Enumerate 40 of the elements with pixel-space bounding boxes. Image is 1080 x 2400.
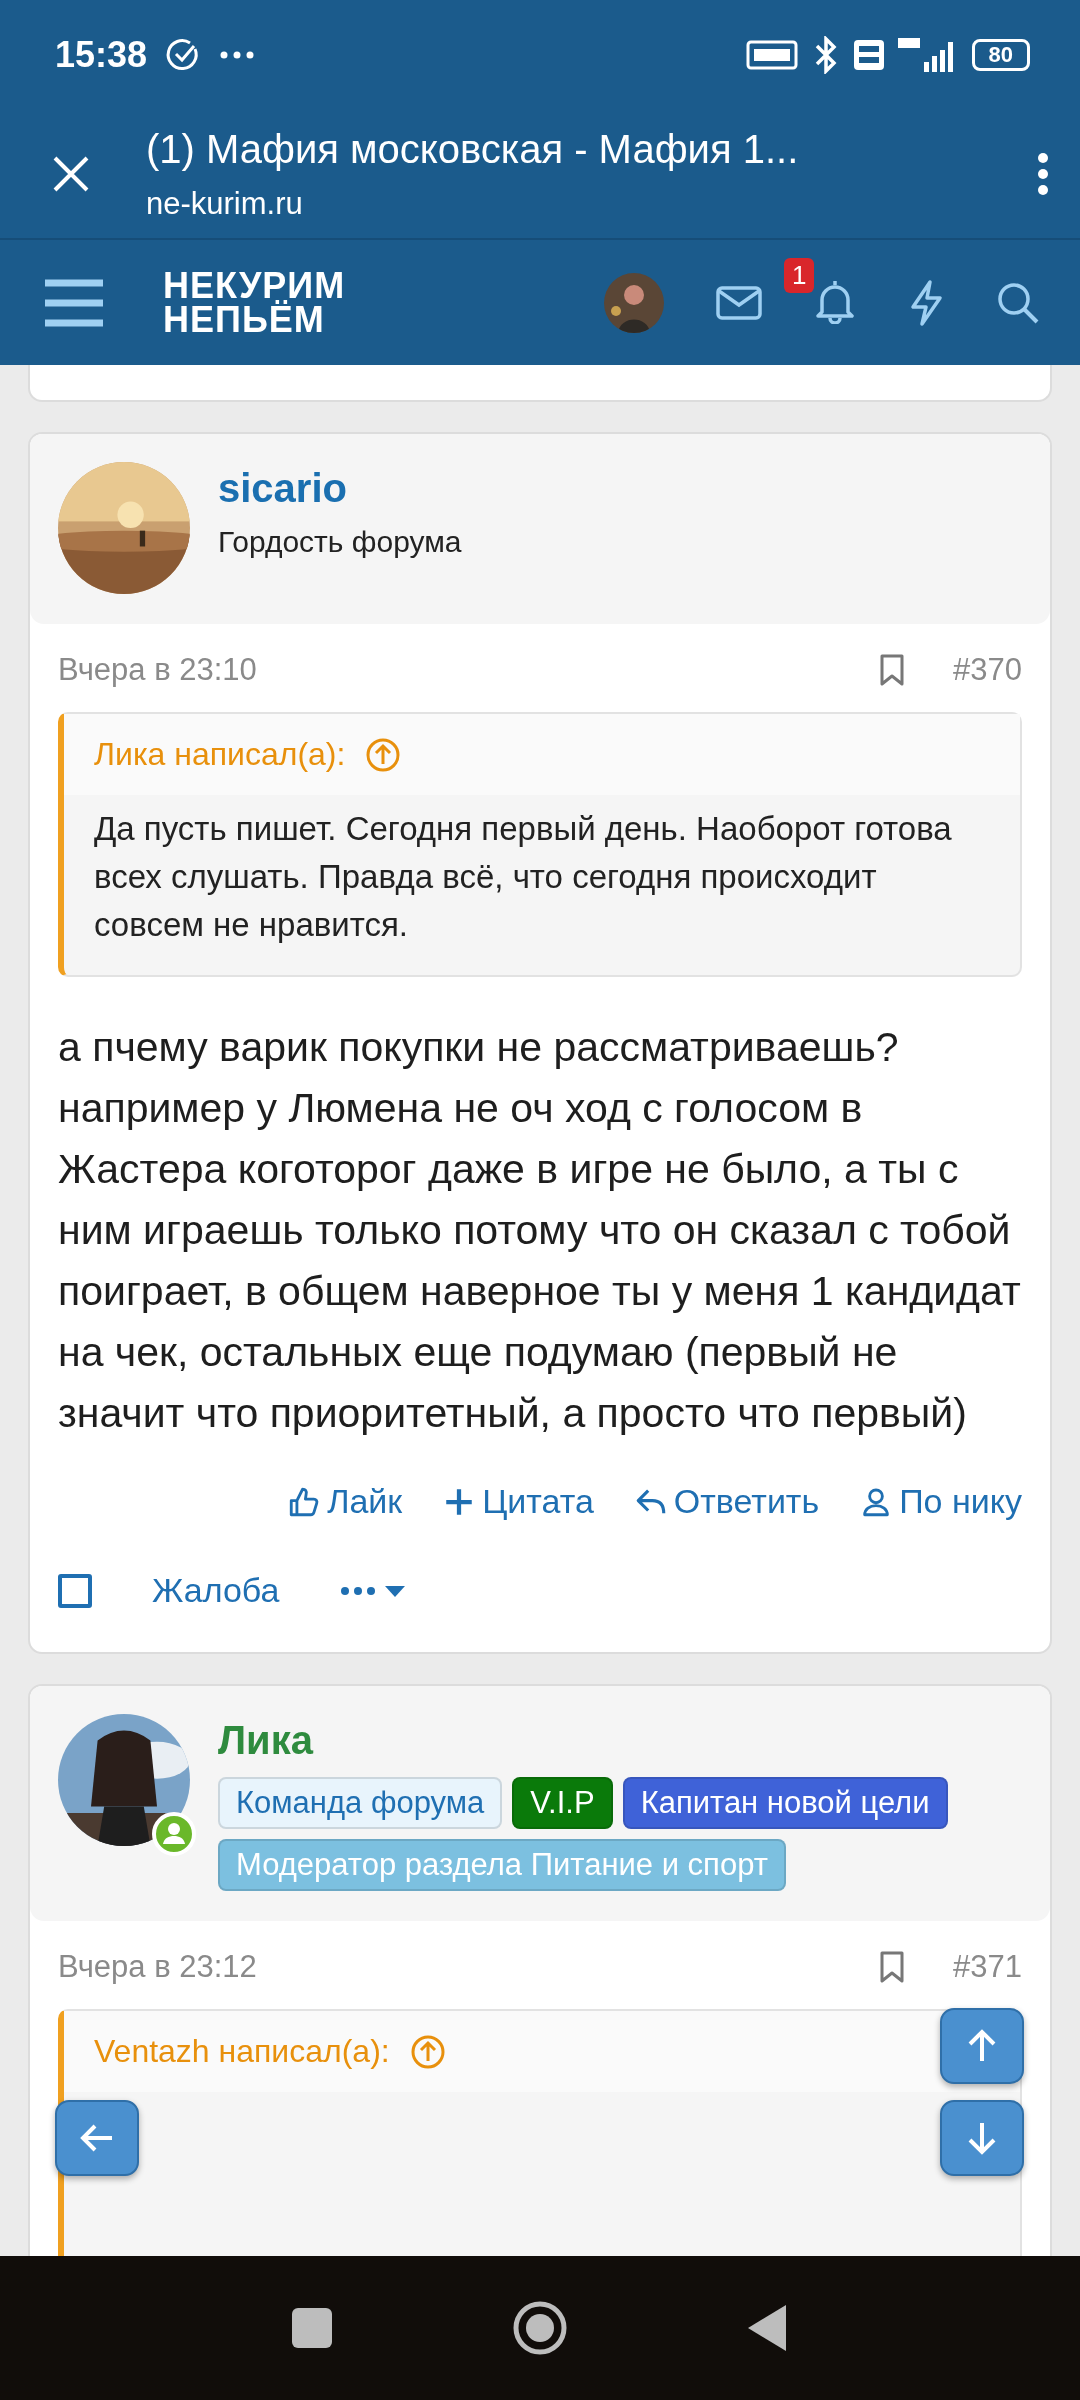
user-badge: Команда форума [218,1777,503,1829]
post-text: а пчему варик покупки не рассматриваешь? например у Люмена не оч ход с голосом в Жастера коготорог даже в игре не было, а ты с ним играешь только потому что он сказал с тобой поиграет, в общем наверное ты у меня 1 кандидат на чек, остальных еще подумаю (первый не значит что приоритетный, а просто что первый) [57,1023,1022,1438]
user-badge: Капитан новой цели [622,1777,948,1829]
username[interactable]: sicario [218,466,462,511]
post-date[interactable]: Вчера в 23:10 [58,652,257,688]
page-url: ne-kurim.ru [146,185,304,222]
battery-level: 80 [971,39,1030,71]
menu-icon[interactable] [45,278,103,327]
site-logo[interactable]: НЕКУРИМ НЕПЬЁМ [163,268,346,337]
more-dots-icon [219,50,256,60]
like-button[interactable]: Лайк [287,1482,403,1521]
home-icon[interactable] [512,2300,568,2356]
page-title: (1) Мафия московская - Мафия 1... [146,126,800,172]
scroll-down-button[interactable] [940,2100,1024,2176]
bookmark-icon[interactable] [879,1950,906,1984]
quote-text: Да пусть пишет. Сегодня первый день. Наоборот готова всех слушать. Правда всё, что сегодня происходит совсем не нравится. [93,809,953,945]
close-icon[interactable] [52,155,90,193]
post-number[interactable]: #371 [953,1949,1022,1985]
status-time: 15:38 [55,34,148,76]
back-icon[interactable] [748,2305,788,2351]
mention-button[interactable]: По нику [859,1482,1022,1521]
user-badge: Модератор раздела Питание и спорт [218,1839,786,1891]
username[interactable]: Лика [218,1718,1018,1763]
notification-badge: 1 [784,257,815,293]
user-badge: V.I.P [512,1777,613,1829]
logo-text: НЕПЬЁМ [163,302,326,337]
select-checkbox[interactable] [58,1573,92,1608]
reply-button[interactable]: Ответить [633,1482,820,1521]
bookmark-icon[interactable] [879,653,906,687]
mail-icon[interactable] [716,285,762,320]
lightning-icon[interactable] [908,278,944,327]
user-title: Гордость форума [218,525,462,559]
post-number[interactable]: #370 [953,652,1022,688]
report-link[interactable]: Жалоба [152,1571,280,1610]
quote-button[interactable]: Цитата [442,1482,594,1521]
search-icon[interactable] [996,280,1040,325]
scroll-up-button[interactable] [940,2008,1024,2084]
overflow-menu-icon[interactable] [1036,152,1050,196]
post-date[interactable]: Вчера в 23:12 [58,1949,257,1985]
back-button[interactable] [55,2100,139,2176]
